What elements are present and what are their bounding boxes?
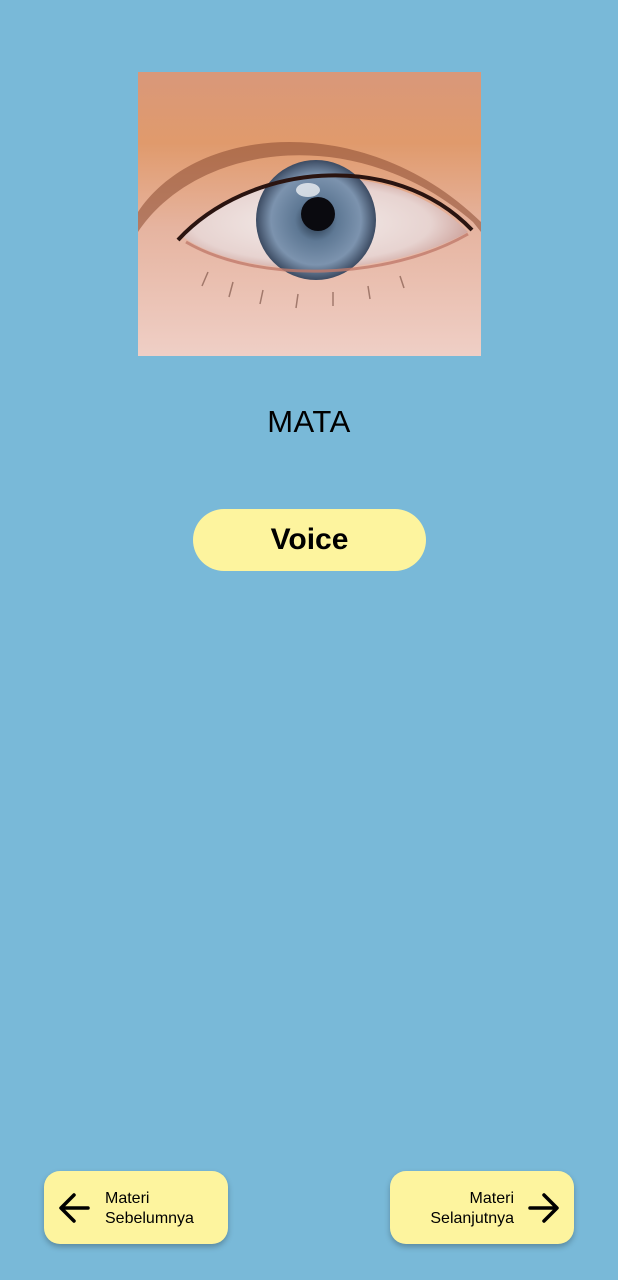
previous-material-button[interactable]: Materi Sebelumnya <box>44 1171 228 1244</box>
voice-button[interactable]: Voice <box>193 509 426 571</box>
page-title: MATA <box>267 404 351 439</box>
eye-image <box>138 72 481 356</box>
arrow-right-icon <box>528 1193 559 1223</box>
next-material-button[interactable]: Materi Selanjutnya <box>390 1171 574 1244</box>
previous-material-label: Materi Sebelumnya <box>105 1190 194 1227</box>
next-material-label: Materi Selanjutnya <box>430 1190 514 1227</box>
arrow-left-icon <box>59 1193 90 1223</box>
